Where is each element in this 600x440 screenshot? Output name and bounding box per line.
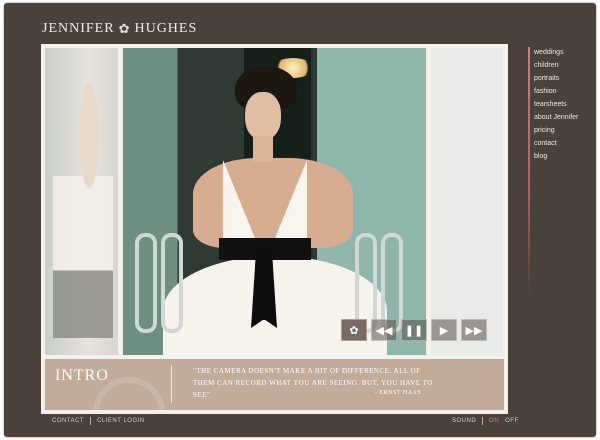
door-handle [135,233,157,333]
bride-arms [193,158,353,248]
flower-icon: ✿ [118,21,131,36]
rewind-button[interactable]: ◀◀ [371,319,397,341]
divider [90,417,92,425]
door-handle [381,233,403,333]
footer-client-login-link[interactable]: CLIENT LOGIN [97,418,145,424]
logo-text-right: HUGHES [134,21,198,36]
intro-title: INTRO [55,367,109,384]
slide-preview-right[interactable] [431,48,503,355]
ghost-image [53,68,113,338]
nav-item-contact[interactable]: contact [534,137,578,150]
nav-item-weddings[interactable]: weddings [534,46,578,59]
slideshow-controls: ✿ ◀◀ ❚❚ ▶ ▶▶ [341,319,487,341]
bride-neck [253,136,273,162]
nav-item-about[interactable]: about Jennifer [534,111,578,124]
nav-item-children[interactable]: children [534,59,578,72]
divider [171,365,172,403]
nav-item-tearsheets[interactable]: tearsheets [534,98,578,111]
footer-contact-link[interactable]: CONTACT [52,418,84,424]
bride-face [245,92,281,140]
site-logo[interactable]: JENNIFER ✿ HUGHES [42,19,197,39]
logo-text-left: JENNIFER [42,21,115,36]
nav-item-portraits[interactable]: portraits [534,72,578,85]
door-handle [355,233,377,333]
pause-button[interactable]: ❚❚ [401,319,427,341]
nav-item-pricing[interactable]: pricing [534,124,578,137]
nav-accent-line [528,47,530,297]
intro-author: - Ernst Haas [375,390,422,396]
play-button[interactable]: ▶ [431,319,457,341]
site-frame: JENNIFER ✿ HUGHES ✿ ◀◀ ❚❚ ▶ ▶▶ INTRO "TH… [4,3,596,437]
slideshow-stage: ✿ ◀◀ ❚❚ ▶ ▶▶ INTRO "The camera doesn't m… [41,44,508,414]
flower-icon[interactable]: ✿ [341,319,367,341]
sound-label: SOUND [452,418,477,424]
intro-bar: INTRO "The camera doesn't make a bit of … [45,359,504,410]
divider [482,417,484,425]
sound-toggle: SOUND ON OFF [452,417,519,425]
slide-preview-left[interactable] [45,48,118,355]
main-nav: weddings children portraits fashion tear… [534,46,578,163]
nav-item-blog[interactable]: blog [534,150,578,163]
nav-item-fashion[interactable]: fashion [534,85,578,98]
sound-off-button[interactable]: OFF [505,418,519,424]
footer-links: CONTACT CLIENT LOGIN [52,417,145,425]
door-handle [161,233,183,333]
main-slide-photo [123,48,426,355]
fast-forward-button[interactable]: ▶▶ [461,319,487,341]
sound-on-button[interactable]: ON [489,418,499,424]
